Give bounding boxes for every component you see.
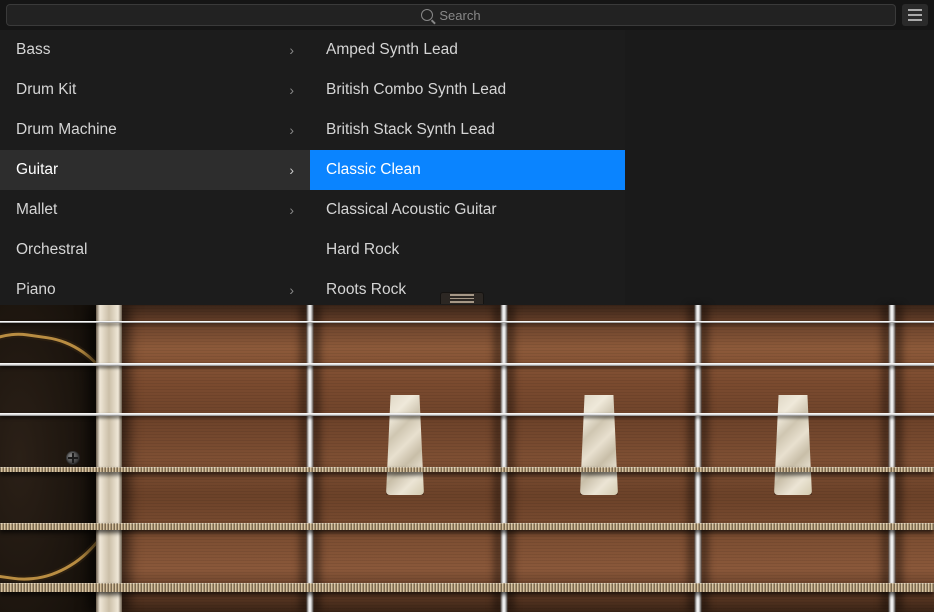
- fret-marker-3: [386, 395, 424, 495]
- category-item-drum-kit[interactable]: Drum Kit ›: [0, 70, 310, 110]
- guitar-fretboard[interactable]: [0, 305, 934, 612]
- category-item-mallet[interactable]: Mallet ›: [0, 190, 310, 230]
- preset-item[interactable]: Amped Synth Lead: [310, 30, 625, 70]
- preset-label: British Combo Synth Lead: [326, 81, 506, 99]
- fret-marker-7: [774, 395, 812, 495]
- string-3-g[interactable]: [0, 413, 934, 416]
- menu-button[interactable]: [902, 4, 928, 26]
- category-label: Guitar: [16, 161, 58, 179]
- search-placeholder: Search: [439, 8, 480, 23]
- preset-label: British Stack Synth Lead: [326, 121, 495, 139]
- preset-item[interactable]: Hard Rock: [310, 230, 625, 270]
- preset-label: Hard Rock: [326, 241, 399, 259]
- nut: [96, 305, 122, 612]
- truss-rod-cover-screw: [66, 451, 80, 465]
- preset-item[interactable]: Classical Acoustic Guitar: [310, 190, 625, 230]
- category-column: Bass › Drum Kit › Drum Machine › Guitar …: [0, 30, 310, 305]
- preset-item-selected[interactable]: Classic Clean: [310, 150, 625, 190]
- category-item-drum-machine[interactable]: Drum Machine ›: [0, 110, 310, 150]
- category-label: Mallet: [16, 201, 57, 219]
- string-4-d[interactable]: [0, 467, 934, 472]
- fret: [694, 305, 702, 612]
- preset-label: Classical Acoustic Guitar: [326, 201, 497, 219]
- chevron-right-icon: ›: [289, 42, 294, 58]
- chevron-right-icon: ›: [289, 162, 294, 178]
- category-label: Orchestral: [16, 241, 88, 259]
- headstock: [0, 305, 96, 612]
- fret-marker-5: [580, 395, 618, 495]
- string-2-b[interactable]: [0, 363, 934, 366]
- category-label: Bass: [16, 41, 50, 59]
- fret: [306, 305, 314, 612]
- category-item-guitar[interactable]: Guitar ›: [0, 150, 310, 190]
- fingerboard-wood: [122, 305, 934, 612]
- preset-label: Amped Synth Lead: [326, 41, 458, 59]
- category-item-orchestral[interactable]: Orchestral: [0, 230, 310, 270]
- search-input[interactable]: Search: [6, 4, 896, 26]
- preset-label: Roots Rock: [326, 281, 406, 299]
- string-6-low-e[interactable]: [0, 583, 934, 592]
- chevron-right-icon: ›: [289, 122, 294, 138]
- category-label: Drum Kit: [16, 81, 76, 99]
- fret: [500, 305, 508, 612]
- fret: [888, 305, 896, 612]
- top-bar: Search: [0, 0, 934, 30]
- search-icon: [421, 9, 433, 21]
- string-5-a[interactable]: [0, 523, 934, 530]
- chevron-right-icon: ›: [289, 82, 294, 98]
- category-label: Drum Machine: [16, 121, 117, 139]
- panel-resize-handle[interactable]: [440, 292, 484, 304]
- category-item-piano[interactable]: Piano ›: [0, 270, 310, 305]
- preset-item[interactable]: British Stack Synth Lead: [310, 110, 625, 150]
- preset-item[interactable]: British Combo Synth Lead: [310, 70, 625, 110]
- category-label: Piano: [16, 281, 56, 299]
- chevron-right-icon: ›: [289, 282, 294, 298]
- sound-browser: Bass › Drum Kit › Drum Machine › Guitar …: [0, 30, 625, 305]
- category-item-bass[interactable]: Bass ›: [0, 30, 310, 70]
- preset-label: Classic Clean: [326, 161, 421, 179]
- chevron-right-icon: ›: [289, 202, 294, 218]
- preset-column: Amped Synth Lead British Combo Synth Lea…: [310, 30, 625, 305]
- string-1-high-e[interactable]: [0, 321, 934, 323]
